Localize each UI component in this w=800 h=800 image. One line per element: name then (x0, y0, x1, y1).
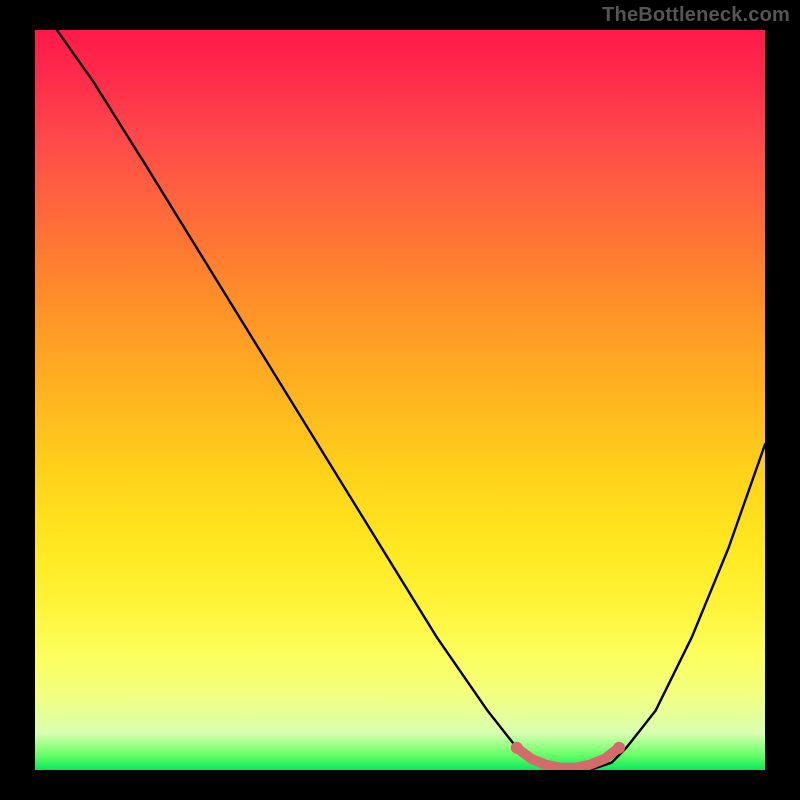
watermark: TheBottleneck.com (602, 4, 790, 27)
sweet-spot-end-dot (613, 742, 625, 754)
sweet-spot-start-dot (511, 742, 523, 754)
bottleneck-curve (35, 30, 765, 770)
chart-container: TheBottleneck.com (0, 0, 800, 800)
chart-svg (35, 30, 765, 770)
plot-area (35, 30, 765, 770)
